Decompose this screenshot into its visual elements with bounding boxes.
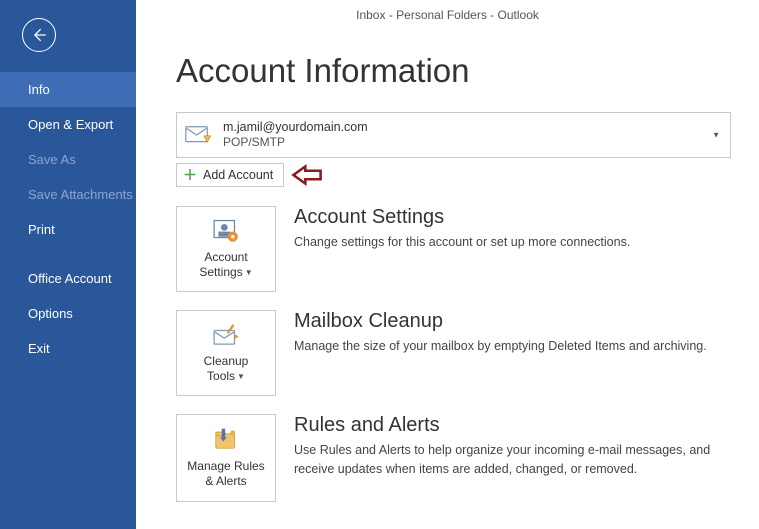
content-pane: Account Information m.jamil@yourdomain.c… <box>136 22 759 502</box>
back-row <box>0 0 136 66</box>
nav-exit[interactable]: Exit <box>0 331 136 366</box>
section-heading: Rules and Alerts <box>294 414 731 437</box>
nav-info[interactable]: Info <box>0 72 136 107</box>
back-arrow-icon <box>29 25 49 45</box>
section-desc: Change settings for this account or set … <box>294 233 731 252</box>
account-lines: m.jamil@yourdomain.com POP/SMTP <box>223 119 368 151</box>
nav-office-account[interactable]: Office Account <box>0 261 136 296</box>
tile-label-line1: Manage Rules <box>187 459 264 473</box>
tile-manage-rules[interactable]: Manage Rules & Alerts <box>176 414 276 502</box>
back-button[interactable] <box>22 18 56 52</box>
tile-label: Manage Rules & Alerts <box>187 459 264 489</box>
account-selector[interactable]: m.jamil@yourdomain.com POP/SMTP ▼ <box>176 112 731 158</box>
account-protocol: POP/SMTP <box>223 135 368 151</box>
nav-print[interactable]: Print <box>0 212 136 247</box>
nav-separator <box>0 247 136 261</box>
section-text: Mailbox Cleanup Manage the size of your … <box>294 310 731 396</box>
section-desc: Manage the size of your mailbox by empty… <box>294 337 731 356</box>
app-root: Info Open & Export Save As Save Attachme… <box>0 0 759 529</box>
tile-label-line2: & Alerts <box>205 474 246 488</box>
nav-list: Info Open & Export Save As Save Attachme… <box>0 66 136 366</box>
tile-cleanup-tools[interactable]: Cleanup Tools▼ <box>176 310 276 396</box>
chevron-down-icon: ▼ <box>245 268 253 277</box>
add-account-button[interactable]: ＋ Add Account <box>176 163 284 187</box>
add-account-label: Add Account <box>203 168 273 182</box>
callout-arrow-icon <box>290 162 324 188</box>
account-settings-icon <box>209 218 243 246</box>
nav-open-export[interactable]: Open & Export <box>0 107 136 142</box>
section-heading: Account Settings <box>294 206 731 229</box>
chevron-down-icon: ▼ <box>237 372 245 381</box>
nav-save-attachments: Save Attachments <box>0 177 136 212</box>
tile-label: Account Settings▼ <box>199 250 252 280</box>
rules-icon <box>209 427 243 455</box>
section-heading: Mailbox Cleanup <box>294 310 731 333</box>
main-area: Inbox - Personal Folders - Outlook Accou… <box>136 0 759 529</box>
dropdown-caret-icon: ▼ <box>712 130 720 139</box>
tile-account-settings[interactable]: Account Settings▼ <box>176 206 276 292</box>
nav-save-as: Save As <box>0 142 136 177</box>
cleanup-icon <box>209 322 243 350</box>
plus-icon: ＋ <box>183 168 197 182</box>
section-desc: Use Rules and Alerts to help organize yo… <box>294 441 731 479</box>
tile-label-line2: Settings <box>199 265 242 279</box>
nav-options[interactable]: Options <box>0 296 136 331</box>
tile-label-line2: Tools <box>207 369 235 383</box>
section-account-settings: Account Settings▼ Account Settings Chang… <box>176 206 731 292</box>
account-icon <box>185 122 213 148</box>
section-rules-alerts: Manage Rules & Alerts Rules and Alerts U… <box>176 414 731 502</box>
tile-label-line1: Account <box>204 250 247 264</box>
add-account-row: ＋ Add Account <box>176 162 737 188</box>
page-title: Account Information <box>176 52 737 90</box>
backstage-sidebar: Info Open & Export Save As Save Attachme… <box>0 0 136 529</box>
tile-label-line1: Cleanup <box>204 354 249 368</box>
account-email: m.jamil@yourdomain.com <box>223 119 368 135</box>
window-title: Inbox - Personal Folders - Outlook <box>136 0 759 22</box>
section-text: Account Settings Change settings for thi… <box>294 206 731 292</box>
section-text: Rules and Alerts Use Rules and Alerts to… <box>294 414 731 502</box>
section-mailbox-cleanup: Cleanup Tools▼ Mailbox Cleanup Manage th… <box>176 310 731 396</box>
tile-label: Cleanup Tools▼ <box>204 354 249 384</box>
